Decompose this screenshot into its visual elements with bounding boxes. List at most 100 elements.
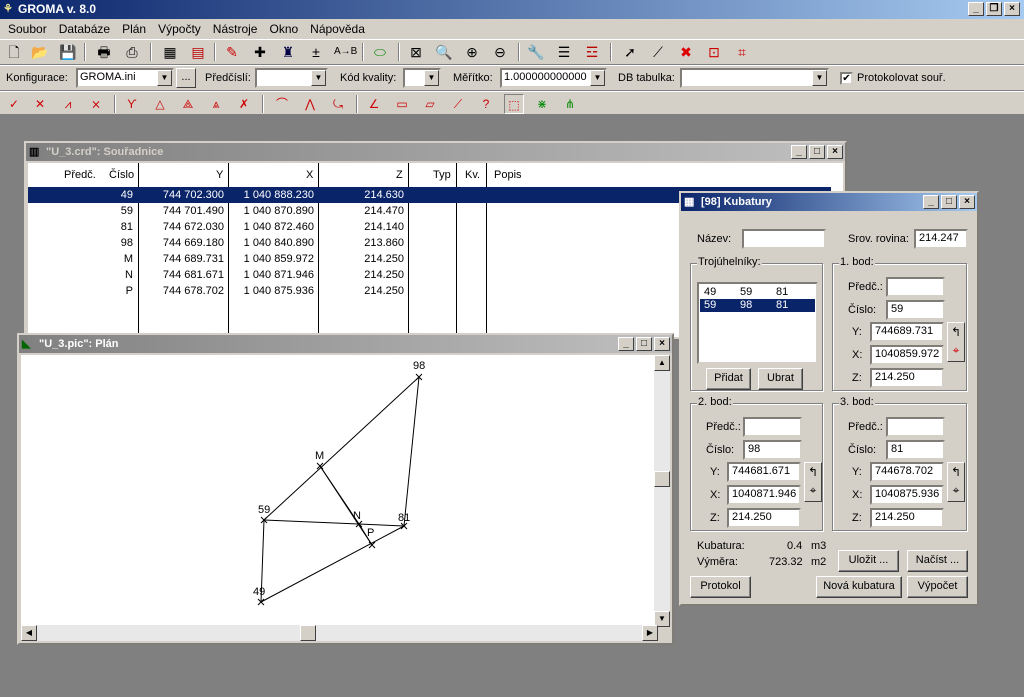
bod1-z-input[interactable]: 214.250 (870, 368, 944, 388)
print-icon[interactable]: 🖶 (94, 42, 114, 62)
plan-canvas[interactable]: 98 M 59 N P 81 49 (21, 355, 658, 627)
close-button[interactable]: × (827, 145, 843, 159)
nova-kubatura-button[interactable]: Nová kubatura (816, 576, 902, 598)
plan-window[interactable]: ◣ "U_3.pic": Plán _ □ × 98 M 59 N P 81 4… (17, 333, 674, 645)
col-header-x[interactable]: X (306, 163, 313, 187)
plan-vertical-scrollbar[interactable]: ▲ ▼ (654, 355, 670, 627)
pridat-button[interactable]: Přidat (706, 368, 751, 390)
plan-horizontal-scrollbar[interactable]: ◀ ▶ (21, 625, 658, 641)
vypocet-button[interactable]: Výpočet (907, 576, 968, 598)
triangle3-icon[interactable]: ⩓ (206, 94, 226, 114)
volume-icon[interactable]: ⬚ (504, 94, 524, 114)
rotate-icon[interactable]: ⤿ (328, 94, 348, 114)
col-header-popis[interactable]: Popis (494, 163, 522, 187)
bod2-x-input[interactable]: 1040871.946 (727, 485, 801, 505)
delete-icon[interactable]: ✖ (676, 42, 696, 62)
chevron-down-icon[interactable]: ▼ (424, 70, 439, 86)
table-icon[interactable]: ▦ (160, 42, 180, 62)
maximize-button[interactable]: □ (809, 145, 825, 159)
crop-icon[interactable]: ⌗ (732, 42, 752, 62)
bod3-x-input[interactable]: 1040875.936 (870, 485, 944, 505)
kubatury-window[interactable]: ▦ [98] Kubatury _ □ × Název: Srov. rovin… (679, 191, 979, 606)
bod2-cislo-input[interactable]: 98 (743, 440, 802, 460)
menu-vypocty[interactable]: Výpočty (152, 22, 207, 36)
scroll-thumb[interactable] (300, 625, 316, 641)
menu-databaze[interactable]: Databáze (53, 22, 116, 36)
transform-ab-icon[interactable]: A→B (334, 42, 357, 62)
layers-icon[interactable]: ☰ (554, 42, 574, 62)
bod1-cislo-input[interactable]: 59 (886, 300, 945, 320)
list-item[interactable]: 49 59 81 (700, 286, 815, 299)
rectangle-icon[interactable]: ▭ (392, 94, 412, 114)
close-button[interactable]: × (959, 195, 975, 209)
ubrat-button[interactable]: Ubrat (758, 368, 803, 390)
col-header-typ[interactable]: Typ (433, 163, 451, 187)
menu-nastroje[interactable]: Nástroje (207, 22, 264, 36)
save-icon[interactable]: 💾 (58, 42, 78, 62)
minimize-button[interactable]: _ (618, 337, 634, 351)
zoom-all-icon[interactable]: ⊠ (406, 42, 426, 62)
cross-icon[interactable]: ✗ (234, 94, 254, 114)
kubatury-title-bar[interactable]: ▦ [98] Kubatury _ □ × (681, 193, 977, 211)
bod2-z-input[interactable]: 214.250 (727, 508, 801, 528)
bod1-x-input[interactable]: 1040859.972 (870, 345, 944, 365)
chevron-down-icon[interactable]: ▼ (590, 70, 605, 86)
close-button[interactable]: × (1004, 2, 1020, 16)
bod2-pick-point-button[interactable]: ↰ ⌖ (804, 462, 822, 502)
measure-icon[interactable]: ♜ (278, 42, 298, 62)
ulozit-button[interactable]: Uložit ... (838, 550, 899, 572)
angle-icon[interactable]: ∠ (364, 94, 384, 114)
kod-kvality-combo[interactable]: ▼ (403, 68, 441, 88)
triangle2-icon[interactable]: ⟁ (178, 94, 198, 114)
bod3-z-input[interactable]: 214.250 (870, 508, 944, 528)
edit-table-icon[interactable]: ▤ (188, 42, 208, 62)
direction-icon[interactable]: ⟋ (448, 94, 468, 114)
print-setup-icon[interactable]: ⎙ (122, 42, 142, 62)
select-rect-icon[interactable]: ⊡ (704, 42, 724, 62)
chevron-down-icon[interactable]: ▼ (157, 70, 172, 86)
scroll-left-icon[interactable]: ◀ (21, 625, 37, 641)
pen-icon[interactable]: ✎ (222, 42, 242, 62)
help-icon[interactable]: ? (476, 94, 496, 114)
bod3-pick-point-button[interactable]: ↰ ⌖ (947, 462, 965, 502)
rectangle2-icon[interactable]: ▱ (420, 94, 440, 114)
menu-okno[interactable]: Okno (263, 22, 304, 36)
add-point-icon[interactable]: ✚ (250, 42, 270, 62)
triangles-list[interactable]: 49 59 81 59 98 81 (697, 282, 818, 364)
scroll-up-icon[interactable]: ▲ (654, 355, 670, 371)
polar-icon[interactable]: ⩘ (58, 94, 78, 114)
menu-plan[interactable]: Plán (116, 22, 152, 36)
triangle-icon[interactable]: △ (150, 94, 170, 114)
grid-icon[interactable]: ⋇ (532, 94, 552, 114)
maximize-button[interactable]: □ (941, 195, 957, 209)
col-header-y[interactable]: Y (216, 163, 223, 187)
zoom-in-icon[interactable]: ⊕ (462, 42, 482, 62)
coordinates-title-bar[interactable]: ▥ "U_3.crd": Souřadnice _ □ × (26, 143, 845, 161)
check-point-icon[interactable]: ✓ (4, 94, 24, 114)
scroll-thumb[interactable] (654, 471, 670, 487)
bod3-cislo-input[interactable]: 81 (886, 440, 945, 460)
browse-button[interactable]: ... (176, 68, 196, 88)
bod3-predc-input[interactable] (886, 417, 945, 437)
protokolovat-checkbox[interactable]: ✔ (840, 72, 853, 85)
col-header-cislo[interactable]: Číslo (109, 163, 134, 187)
maximize-button[interactable]: □ (636, 337, 652, 351)
traverse-icon[interactable]: ⋀ (300, 94, 320, 114)
zoom-window-icon[interactable]: 🔍 (434, 42, 454, 62)
minimize-button[interactable]: _ (923, 195, 939, 209)
bod1-predc-input[interactable] (886, 277, 945, 297)
line-icon[interactable]: ⟋ (648, 42, 668, 62)
polyline-icon[interactable]: ⌒ (272, 94, 292, 114)
menu-soubor[interactable]: Soubor (2, 22, 53, 36)
konfigurace-combo[interactable]: GROMA.ini ▼ (76, 68, 174, 88)
open-folder-icon[interactable]: 📂 (30, 42, 50, 62)
fork-icon[interactable]: ⋔ (560, 94, 580, 114)
nacist-button[interactable]: Načíst ... (907, 550, 968, 572)
intersection-icon[interactable]: ✕ (30, 94, 50, 114)
app-title-bar[interactable]: ⚘ GROMA v. 8.0 _ ❐ × (0, 0, 1024, 19)
protokol-button[interactable]: Protokol (690, 576, 751, 598)
zoom-out-icon[interactable]: ⊖ (490, 42, 510, 62)
orthogonal-icon[interactable]: ⨯ (86, 94, 106, 114)
meritko-combo[interactable]: 1.000000000000 ▼ (500, 68, 607, 88)
bod1-y-input[interactable]: 744689.731 (870, 322, 944, 342)
